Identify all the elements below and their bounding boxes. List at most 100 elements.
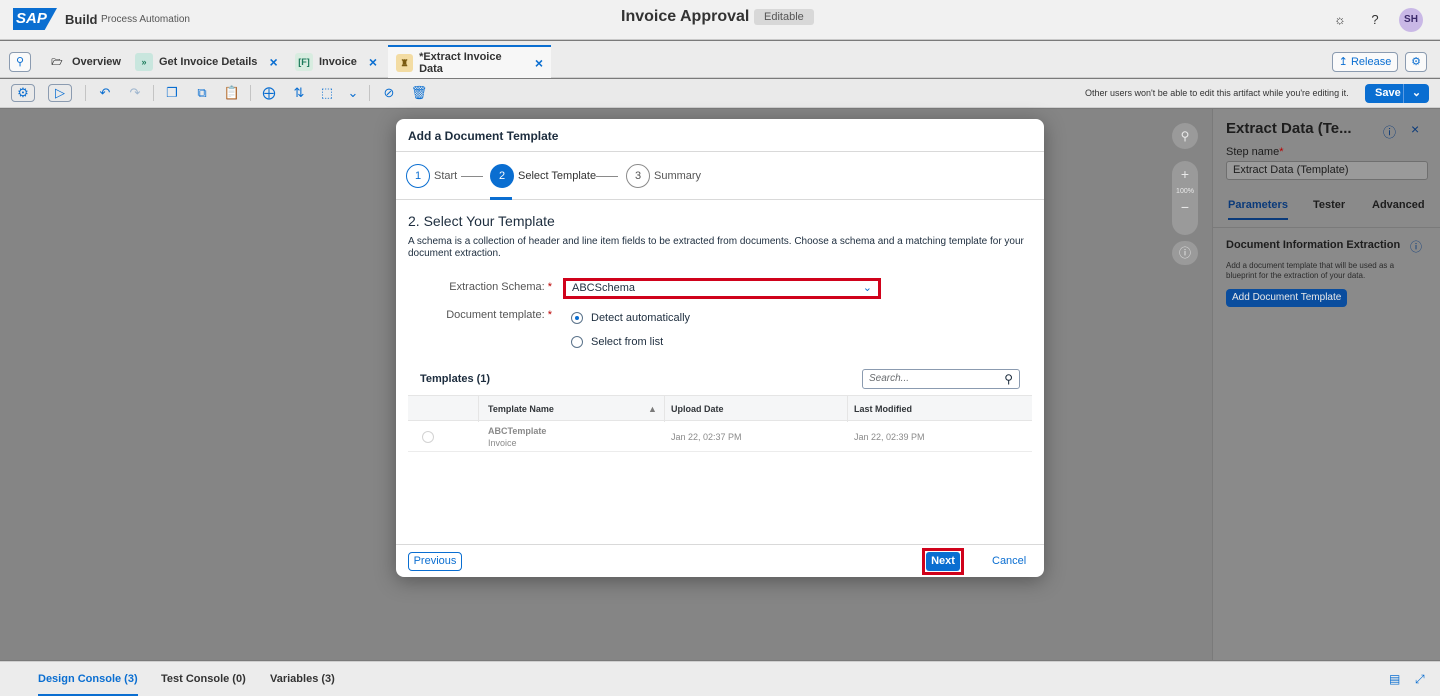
sort-icon[interactable]: ⇅ (290, 85, 308, 101)
column-divider (478, 396, 479, 422)
step-2-circle[interactable]: 2 (490, 164, 514, 188)
table-header: Template Name ▲ Upload Date Last Modifie… (408, 395, 1032, 422)
section-title: 2. Select Your Template (408, 213, 555, 229)
tab-tester[interactable]: Tester (1313, 199, 1345, 211)
help-icon[interactable]: ⓘ (1410, 238, 1422, 255)
close-icon[interactable]: × (369, 54, 377, 70)
selected-value: ABCSchema (572, 282, 635, 294)
template-name: ABCTemplate (488, 426, 547, 436)
search-icon[interactable]: ⚲ (1172, 123, 1198, 149)
radio-button[interactable] (571, 312, 583, 324)
tab-overview[interactable]: 🗁 Overview (40, 45, 129, 78)
properties-panel: Extract Data (Te... ⓘ × Step name* Extra… (1213, 109, 1440, 660)
chevron-down-icon[interactable]: ⌄ (344, 85, 362, 101)
run-icon[interactable]: ▷ (48, 84, 72, 102)
shell-bar: SAP Build Process Automation Invoice App… (0, 0, 1440, 40)
paste-icon[interactable]: 📋 (223, 85, 241, 101)
save-label: Save (1375, 87, 1401, 99)
product-subtitle: Process Automation (101, 14, 190, 25)
tab-design-console[interactable]: Design Console (3) (38, 673, 138, 696)
console-bar: Design Console (3) Test Console (0) Vari… (0, 661, 1440, 696)
copy-icon[interactable]: ❐ (163, 85, 181, 101)
column-last-modified[interactable]: Last Modified (854, 404, 912, 414)
extraction-schema-select[interactable]: ABCSchema ⌄ (563, 278, 881, 299)
select-area-icon[interactable]: ⬚ (318, 85, 336, 101)
step-3-label: Summary (654, 170, 702, 182)
column-divider (847, 396, 848, 422)
tab-advanced[interactable]: Advanced (1372, 199, 1425, 211)
chevron-down-icon: ⌄ (862, 282, 872, 294)
save-button[interactable]: Save ⌄ (1365, 84, 1429, 103)
dialog-body: 2. Select Your Template A schema is a co… (396, 201, 1044, 544)
add-step-icon[interactable]: ⨁ (260, 85, 278, 101)
info-icon[interactable]: ⓘ (1172, 241, 1198, 265)
status-badge: Editable (754, 9, 814, 25)
info-icon[interactable]: ⓘ (1383, 122, 1396, 141)
undo-icon[interactable]: ↶ (96, 85, 114, 101)
zoom-out-icon[interactable]: − (1172, 199, 1198, 215)
section-description: A schema is a collection of header and l… (408, 236, 1024, 259)
close-icon[interactable]: × (1411, 121, 1419, 137)
column-upload-date[interactable]: Upload Date (671, 404, 724, 414)
panel-icon[interactable]: ▤ (1389, 672, 1400, 686)
zoom-in-icon[interactable]: + (1172, 166, 1198, 182)
row-select-radio[interactable] (422, 431, 434, 443)
tab-variables[interactable]: Variables (3) (270, 673, 335, 685)
previous-button[interactable]: Previous (408, 552, 462, 571)
tab-parameters[interactable]: Parameters (1228, 199, 1288, 220)
step-name-field[interactable]: Extract Data (Template) (1226, 161, 1428, 180)
step-1-circle[interactable]: 1 (406, 164, 430, 188)
close-icon[interactable]: × (269, 54, 277, 70)
step-name-label: Step name* (1226, 146, 1284, 158)
section-title: Document Information Extraction (1226, 239, 1401, 251)
redo-icon[interactable]: ↷ (126, 85, 144, 101)
tab-invoice[interactable]: [F] Invoice × (287, 45, 385, 78)
wizard-steps: 1 Start 2 Select Template 3 Summary (396, 152, 1044, 200)
expand-icon[interactable]: ⤢ (1415, 672, 1425, 687)
delete-icon[interactable]: 🗑 (410, 85, 428, 101)
help-icon[interactable]: ? (1366, 11, 1384, 29)
duplicate-icon[interactable]: ⧉ (193, 85, 211, 101)
avatar[interactable]: SH (1399, 8, 1423, 32)
tab-get-invoice-details[interactable]: » Get Invoice Details × (127, 45, 286, 78)
app-title: Invoice Approval (621, 8, 750, 25)
debug-icon[interactable]: ⚙ (11, 84, 35, 102)
editor-tabbar: ⚲ 🗁 Overview » Get Invoice Details × [F]… (0, 41, 1440, 78)
search-icon[interactable]: ⚲ (1004, 370, 1013, 388)
feedback-icon[interactable]: ☼ (1331, 11, 1349, 29)
step-3-circle[interactable]: 3 (626, 164, 650, 188)
release-button[interactable]: ↥ Release (1332, 52, 1398, 72)
toolbar-divider (369, 85, 370, 101)
radio-select-from-list[interactable]: Select from list (571, 336, 663, 348)
active-step-indicator (490, 197, 512, 200)
tab-test-console[interactable]: Test Console (0) (161, 673, 246, 685)
panel-title: Extract Data (Te... (1226, 120, 1352, 137)
settings-icon[interactable]: ⚙ (1405, 52, 1427, 72)
search-artifacts-icon[interactable]: ⚲ (9, 52, 31, 72)
tab-label: Invoice (319, 55, 357, 68)
table-row[interactable]: ABCTemplate Invoice Jan 22, 02:37 PM Jan… (408, 422, 1032, 452)
zoom-level: 100% (1176, 188, 1194, 195)
last-modified: Jan 22, 02:39 PM (854, 432, 925, 442)
hide-icon[interactable]: ⊘ (380, 85, 398, 101)
column-divider (664, 396, 665, 422)
sort-ascending-icon: ▲ (648, 404, 657, 414)
cancel-button[interactable]: Cancel (992, 555, 1026, 567)
editing-lock-note: Other users won't be able to edit this a… (1085, 88, 1349, 98)
dialog-title: Add a Document Template (408, 129, 559, 143)
toolbar-divider (250, 85, 251, 101)
step-name-label-text: Step name (1226, 146, 1280, 158)
sap-logo[interactable]: SAP (13, 8, 57, 30)
column-template-name[interactable]: Template Name (488, 404, 554, 414)
next-button[interactable]: Next (926, 552, 960, 571)
radio-button[interactable] (571, 336, 583, 348)
product-name: Build (65, 12, 98, 27)
close-icon[interactable]: × (535, 55, 543, 71)
radio-detect-automatically[interactable]: Detect automatically (571, 312, 690, 324)
divider (1213, 227, 1440, 228)
add-document-template-button[interactable]: Add Document Template (1226, 289, 1348, 307)
chevron-down-icon[interactable]: ⌄ (1403, 84, 1429, 103)
upload-date: Jan 22, 02:37 PM (671, 432, 742, 442)
search-input[interactable]: Search... ⚲ (862, 369, 1020, 389)
tab-extract-invoice-data[interactable]: ♜ *Extract Invoice Data × (388, 45, 551, 78)
